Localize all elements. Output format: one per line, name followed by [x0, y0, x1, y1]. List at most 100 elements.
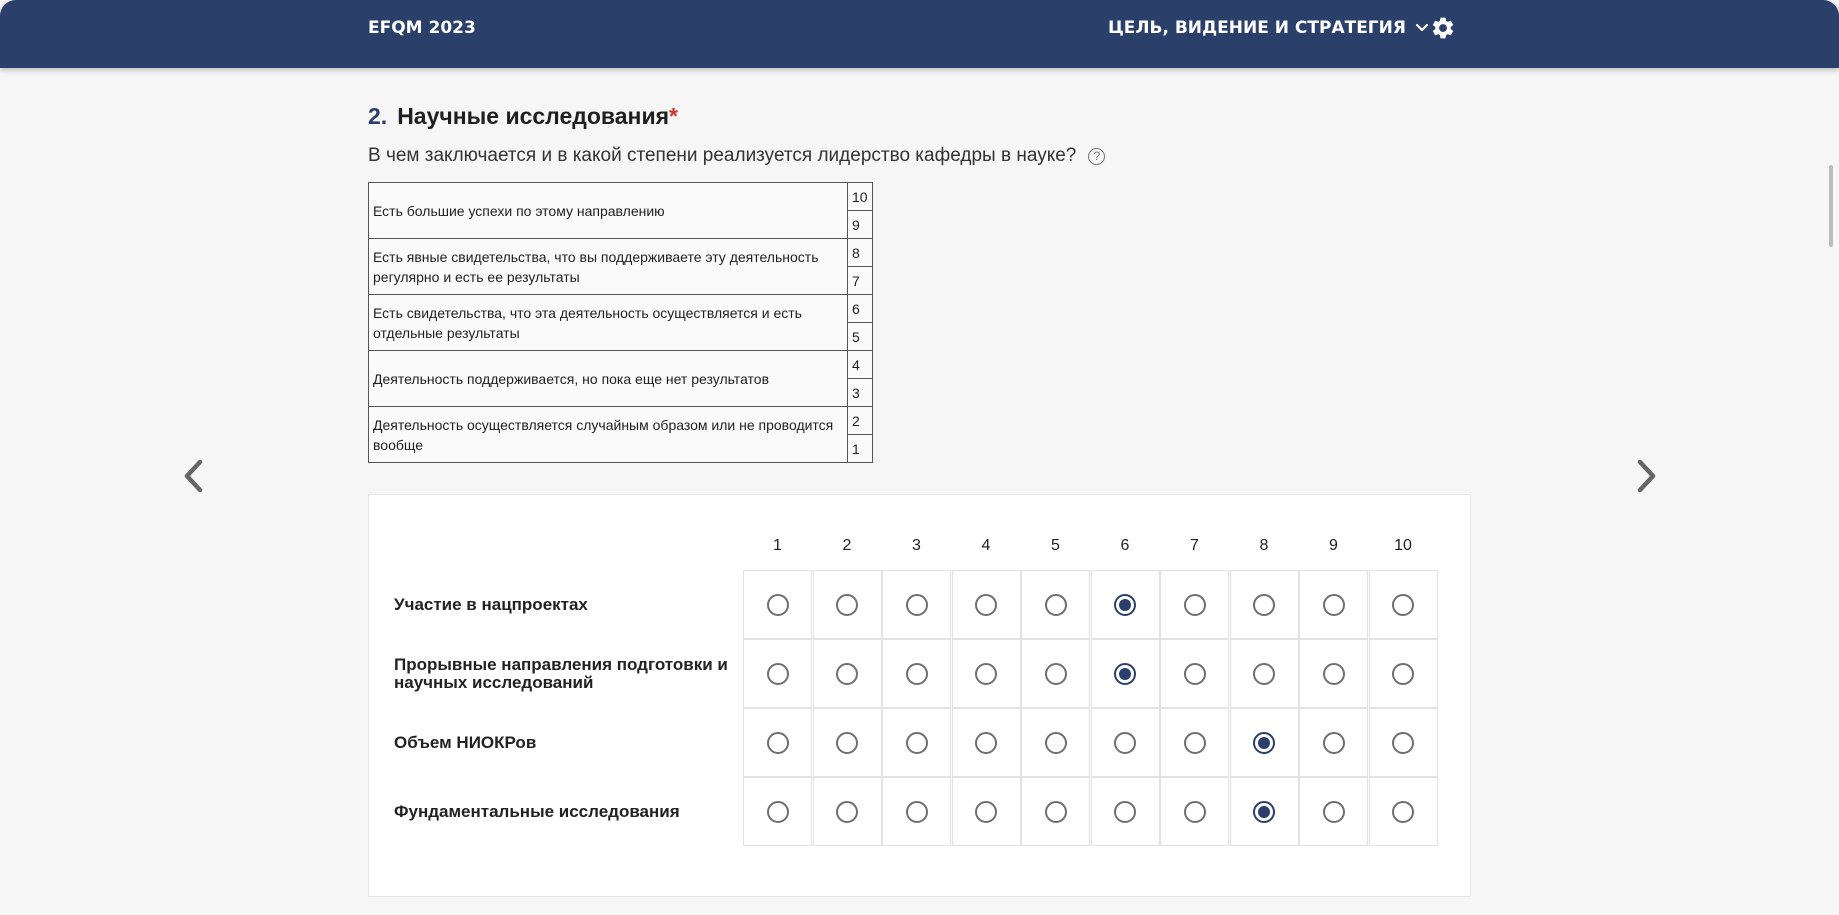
- radio-cell[interactable]: [1090, 570, 1160, 639]
- radio-cell[interactable]: [1229, 708, 1299, 777]
- radio-cell[interactable]: [812, 708, 882, 777]
- gear-icon[interactable]: [1430, 15, 1456, 41]
- help-icon[interactable]: ?: [1088, 147, 1106, 165]
- scale-score: 6: [847, 294, 873, 323]
- radio-cell[interactable]: [1229, 777, 1299, 846]
- chevron-right-icon[interactable]: [1632, 456, 1662, 496]
- radio-button[interactable]: [836, 593, 858, 616]
- radio-cell[interactable]: [1368, 777, 1438, 846]
- radio-cell[interactable]: [1368, 639, 1438, 708]
- radio-cell[interactable]: [951, 777, 1021, 846]
- radio-button[interactable]: [975, 800, 997, 823]
- radio-cell[interactable]: [1229, 639, 1299, 708]
- column-header: 2: [842, 537, 852, 554]
- radio-cell[interactable]: [1021, 639, 1090, 708]
- app-title[interactable]: EFQM 2023: [368, 18, 476, 38]
- radio-button[interactable]: [1183, 731, 1206, 754]
- radio-button[interactable]: [905, 800, 928, 823]
- radio-button-selected[interactable]: [1114, 662, 1136, 685]
- radio-cell[interactable]: [951, 570, 1021, 639]
- question-title-text: Научные исследования: [397, 103, 669, 129]
- radio-button[interactable]: [1044, 800, 1067, 823]
- radio-button[interactable]: [766, 593, 789, 616]
- radio-button[interactable]: [905, 731, 928, 754]
- radio-cell[interactable]: [1021, 570, 1090, 639]
- radio-button[interactable]: [1392, 662, 1414, 685]
- radio-cell[interactable]: [882, 708, 951, 777]
- radio-cell[interactable]: [812, 777, 882, 846]
- radio-cell[interactable]: [1021, 708, 1090, 777]
- radio-cell[interactable]: [1090, 639, 1160, 708]
- radio-button-selected[interactable]: [1114, 593, 1136, 616]
- top-bar: EFQM 2023 ЦЕЛЬ, ВИДЕНИЕ И СТРАТЕГИЯ: [0, 0, 1839, 68]
- question-description-text: В чем заключается и в какой степени реал…: [368, 145, 1077, 166]
- radio-button[interactable]: [1322, 731, 1345, 754]
- rating-matrix: 1 2 3 4 5 6 7 8 9 10 Участие в нацпроектах Прорывны…: [368, 494, 1471, 897]
- radio-cell[interactable]: [1160, 708, 1229, 777]
- radio-button[interactable]: [1044, 731, 1067, 754]
- radio-button[interactable]: [975, 662, 997, 685]
- radio-cell[interactable]: [1299, 708, 1368, 777]
- radio-button[interactable]: [1253, 593, 1275, 616]
- radio-button[interactable]: [1044, 662, 1067, 685]
- radio-cell[interactable]: [1160, 777, 1229, 846]
- radio-button[interactable]: [1322, 593, 1345, 616]
- radio-button[interactable]: [836, 662, 858, 685]
- radio-cell[interactable]: [743, 570, 812, 639]
- radio-button[interactable]: [1114, 731, 1136, 754]
- radio-cell[interactable]: [812, 639, 882, 708]
- radio-button[interactable]: [1183, 662, 1206, 685]
- radio-button[interactable]: [766, 800, 789, 823]
- radio-cell[interactable]: [882, 777, 951, 846]
- row-label: Фундаментальные исследования: [394, 801, 680, 821]
- radio-button[interactable]: [1322, 662, 1345, 685]
- radio-button[interactable]: [1183, 800, 1206, 823]
- section-dropdown[interactable]: ЦЕЛЬ, ВИДЕНИЕ И СТРАТЕГИЯ: [1108, 18, 1430, 38]
- radio-cell[interactable]: [882, 570, 951, 639]
- radio-button[interactable]: [1392, 593, 1414, 616]
- radio-cell[interactable]: [1299, 777, 1368, 846]
- radio-button-selected[interactable]: [1253, 731, 1275, 754]
- radio-button[interactable]: [905, 593, 928, 616]
- radio-button[interactable]: [766, 662, 789, 685]
- radio-button[interactable]: [975, 731, 997, 754]
- radio-cell[interactable]: [1229, 570, 1299, 639]
- scrollbar-thumb[interactable]: [1829, 165, 1833, 247]
- radio-cell[interactable]: [743, 777, 812, 846]
- radio-cell[interactable]: [951, 639, 1021, 708]
- radio-button[interactable]: [766, 731, 789, 754]
- scale-score: 3: [847, 378, 873, 407]
- radio-cell[interactable]: [1299, 570, 1368, 639]
- question-title: 2. Научные исследования*: [368, 103, 678, 130]
- radio-cell[interactable]: [743, 639, 812, 708]
- radio-cell[interactable]: [1368, 570, 1438, 639]
- scale-score: 1: [847, 434, 873, 463]
- radio-cell[interactable]: [1090, 777, 1160, 846]
- radio-cell[interactable]: [1021, 777, 1090, 846]
- column-header: 1: [773, 537, 782, 554]
- radio-cell[interactable]: [882, 639, 951, 708]
- radio-button[interactable]: [975, 593, 997, 616]
- radio-cell[interactable]: [1160, 639, 1229, 708]
- radio-button[interactable]: [1044, 593, 1067, 616]
- radio-button[interactable]: [836, 800, 858, 823]
- radio-button[interactable]: [1253, 662, 1275, 685]
- chevron-left-icon[interactable]: [178, 456, 208, 496]
- radio-cell[interactable]: [1299, 639, 1368, 708]
- section-dropdown-label: ЦЕЛЬ, ВИДЕНИЕ И СТРАТЕГИЯ: [1108, 18, 1406, 38]
- radio-button-selected[interactable]: [1253, 800, 1275, 823]
- radio-button[interactable]: [1183, 593, 1206, 616]
- radio-button[interactable]: [905, 662, 928, 685]
- radio-cell[interactable]: [1090, 708, 1160, 777]
- radio-cell[interactable]: [1160, 570, 1229, 639]
- radio-cell[interactable]: [812, 570, 882, 639]
- radio-button[interactable]: [1392, 800, 1414, 823]
- radio-cell[interactable]: [951, 708, 1021, 777]
- radio-button[interactable]: [1322, 800, 1345, 823]
- column-header: 10: [1394, 537, 1412, 554]
- radio-button[interactable]: [1392, 731, 1414, 754]
- radio-cell[interactable]: [1368, 708, 1438, 777]
- radio-button[interactable]: [836, 731, 858, 754]
- radio-button[interactable]: [1114, 800, 1136, 823]
- radio-cell[interactable]: [743, 708, 812, 777]
